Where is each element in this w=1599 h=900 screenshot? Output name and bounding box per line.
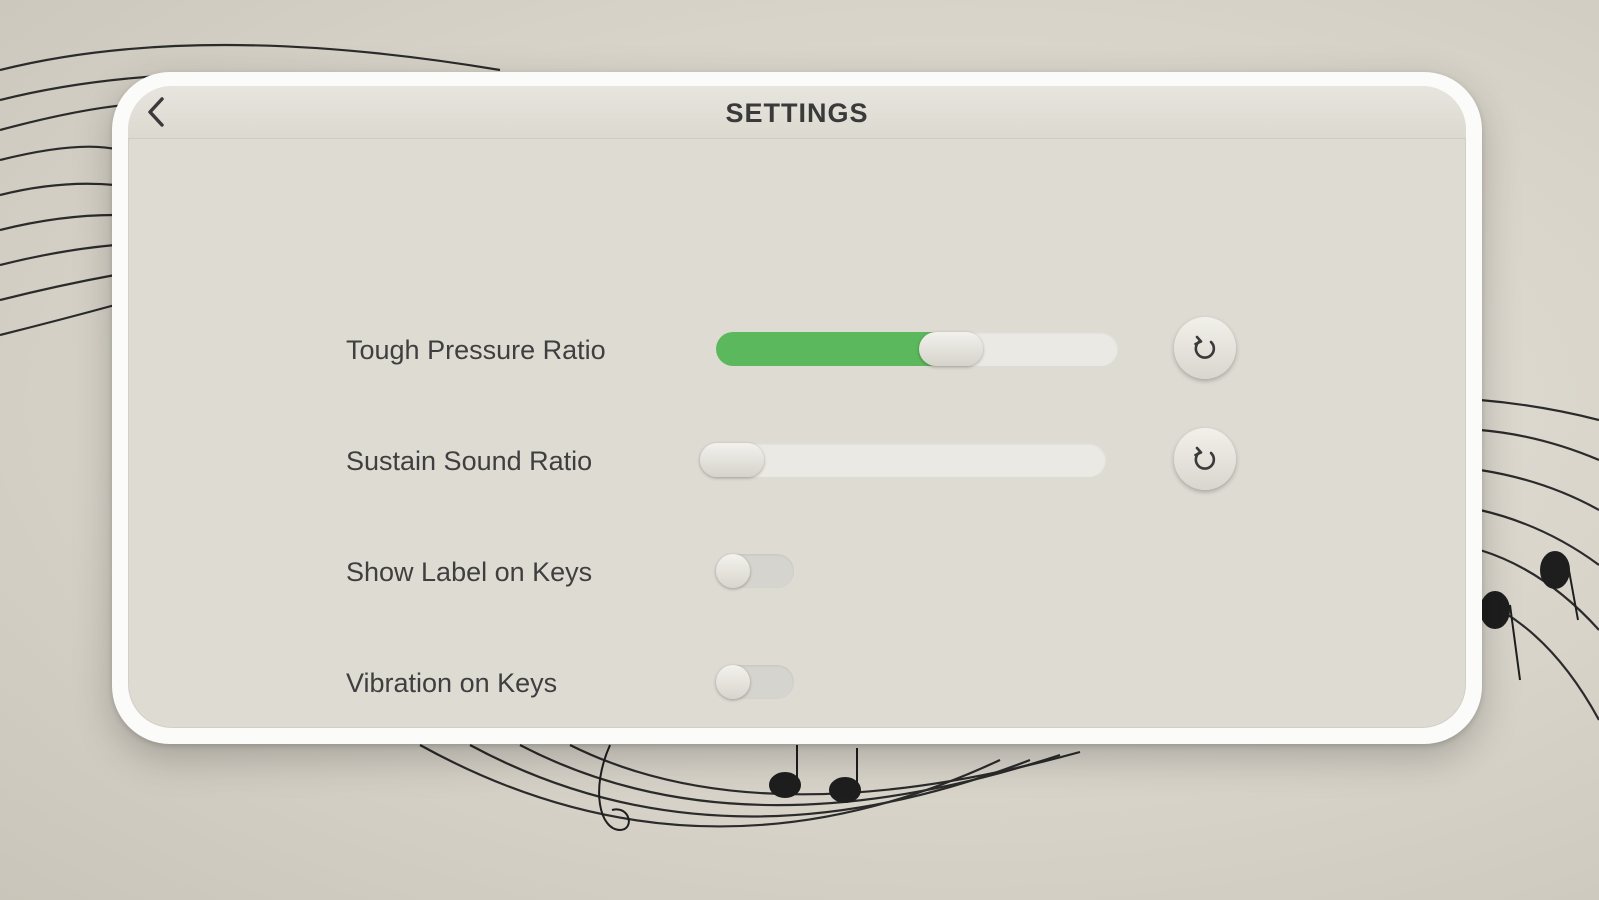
show-label-toggle[interactable] — [716, 554, 794, 588]
reset-icon — [1194, 446, 1216, 470]
setting-row-show-label: Show Label on Keys — [128, 541, 1466, 601]
toggle-knob — [716, 554, 750, 588]
reset-icon — [1194, 335, 1216, 359]
settings-panel: SETTINGS Tough Pressure Ratio Sustain So… — [128, 86, 1466, 728]
setting-row-touch-pressure: Tough Pressure Ratio — [128, 317, 1466, 379]
setting-label: Sustain Sound Ratio — [346, 446, 593, 476]
setting-label: Tough Pressure Ratio — [346, 335, 606, 365]
reset-touch-pressure-button[interactable] — [1174, 317, 1236, 379]
vibration-toggle[interactable] — [716, 665, 794, 699]
reset-sustain-sound-button[interactable] — [1174, 428, 1236, 490]
settings-dialog: SETTINGS Tough Pressure Ratio Sustain So… — [112, 72, 1482, 744]
slider-knob[interactable] — [918, 332, 983, 366]
setting-row-vibration: Vibration on Keys — [128, 652, 1466, 712]
setting-label: Vibration on Keys — [346, 668, 558, 698]
sustain-sound-slider[interactable] — [700, 443, 1106, 477]
slider-fill — [716, 332, 951, 366]
page-title: SETTINGS — [725, 98, 869, 128]
setting-row-sustain-sound: Sustain Sound Ratio — [128, 428, 1466, 490]
setting-label: Show Label on Keys — [346, 557, 593, 587]
slider-knob[interactable] — [700, 443, 764, 477]
touch-pressure-slider[interactable] — [716, 332, 1118, 366]
toggle-knob — [716, 665, 750, 699]
dialog-header: SETTINGS — [128, 86, 1466, 139]
